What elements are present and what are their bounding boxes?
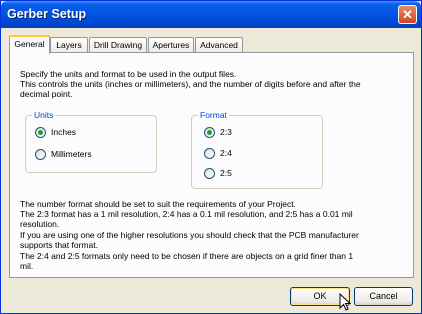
general-panel: Specify the units and format to be used … bbox=[9, 52, 414, 278]
radio-button[interactable] bbox=[204, 168, 215, 179]
tab-drill-drawing[interactable]: Drill Drawing bbox=[89, 37, 147, 52]
radio-button[interactable] bbox=[35, 149, 46, 160]
cancel-button[interactable]: Cancel bbox=[354, 287, 413, 306]
info-line-7: mil. bbox=[20, 261, 34, 271]
tab-layers[interactable]: Layers bbox=[50, 37, 88, 52]
close-icon: ✕ bbox=[402, 7, 413, 22]
radio-button-checked[interactable] bbox=[35, 127, 46, 138]
radio-label-inches: Inches bbox=[51, 127, 77, 137]
radio-label-2-4: 2:4 bbox=[220, 148, 232, 158]
gerber-setup-dialog: Gerber Setup ✕ General Layers Drill Draw… bbox=[0, 0, 422, 314]
radio-button-checked[interactable] bbox=[204, 127, 215, 138]
info-line-6: The 2:4 and 2:5 formats only need to be … bbox=[20, 251, 354, 261]
radio-label-millimeters: Millimeters bbox=[51, 149, 92, 159]
radio-button[interactable] bbox=[204, 148, 215, 159]
format-group-label: Format bbox=[198, 110, 229, 121]
info-line-4: If you are using one of the higher resol… bbox=[20, 230, 359, 240]
info-line-5: supports that format. bbox=[20, 240, 98, 250]
tab-general[interactable]: General bbox=[9, 35, 50, 54]
info-line-1: The number format should be set to suit … bbox=[20, 199, 296, 209]
tab-advanced[interactable]: Advanced bbox=[195, 37, 243, 52]
close-button[interactable]: ✕ bbox=[398, 5, 417, 24]
radio-label-2-3: 2:3 bbox=[220, 127, 232, 137]
mouse-cursor-icon bbox=[339, 293, 352, 311]
units-group-label: Units bbox=[32, 110, 56, 121]
intro-line-3: decimal point. bbox=[20, 89, 73, 99]
format-group: Format 2:3 2:4 2:5 bbox=[191, 110, 323, 189]
window-title: Gerber Setup bbox=[7, 7, 87, 21]
title-bar[interactable]: Gerber Setup ✕ bbox=[1, 1, 421, 28]
tab-apertures[interactable]: Apertures bbox=[148, 37, 194, 52]
intro-line-2: This controls the units (inches or milli… bbox=[20, 79, 361, 89]
radio-label-2-5: 2:5 bbox=[220, 168, 232, 178]
info-line-2: The 2:3 format has a 1 mil resolution, 2… bbox=[20, 209, 353, 219]
info-line-3: resolution. bbox=[20, 219, 60, 229]
intro-line-1: Specify the units and format to be used … bbox=[20, 69, 237, 79]
units-group: Units Inches Millimeters bbox=[25, 110, 157, 173]
